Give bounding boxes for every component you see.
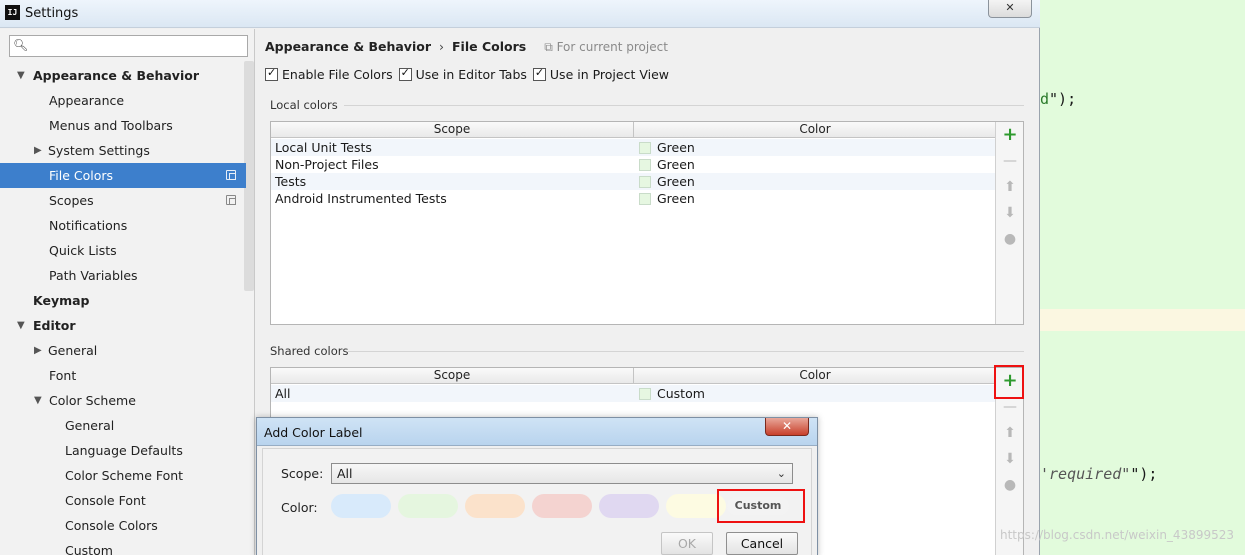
search-icon: 🔍︎ — [13, 38, 29, 52]
move-down-icon[interactable]: ⬇ — [996, 200, 1024, 226]
color-label: Color: — [281, 500, 318, 515]
add-icon[interactable]: + — [996, 122, 1024, 148]
color-chip-rose[interactable] — [532, 494, 592, 518]
scope-column-header[interactable]: Scope — [271, 368, 633, 383]
breadcrumb-separator: › — [439, 39, 444, 54]
color-swatch — [639, 193, 651, 205]
local-colors-label: Local colors — [270, 98, 338, 112]
eye-icon[interactable]: ● — [996, 226, 1024, 252]
checkbox-checked-icon[interactable] — [265, 66, 278, 81]
color-swatch — [639, 142, 651, 154]
table-row[interactable]: Local Unit Tests Green — [271, 139, 1023, 156]
sidebar-item-system-settings[interactable]: ▶ System Settings — [0, 138, 255, 163]
sidebar-item-general[interactable]: ▶ General — [0, 338, 255, 363]
cancel-button[interactable]: Cancel — [726, 532, 798, 555]
chevron-down-icon[interactable]: ⌄ — [777, 464, 786, 483]
sidebar-item-color-scheme-general[interactable]: General — [0, 413, 255, 438]
local-colors-table: Scope Color Local Unit Tests Green Non-P… — [270, 121, 1024, 325]
scope-select[interactable]: All ⌄ — [331, 463, 793, 484]
dialog-title: Add Color Label — [264, 425, 363, 440]
use-in-editor-tabs-checkbox[interactable]: Use in Editor Tabs — [398, 66, 527, 82]
shared-colors-label: Shared colors — [270, 344, 349, 358]
sidebar-item-appearance-behavior[interactable]: ▼ Appearance & Behavior — [0, 63, 255, 88]
editor-background: d"); 'required""); — [1040, 0, 1245, 555]
current-line-highlight — [1040, 309, 1245, 331]
project-scope-icon — [226, 195, 236, 205]
custom-button-highlight — [717, 489, 805, 523]
scope-label: Scope: — [281, 466, 324, 481]
color-chip-violet[interactable] — [599, 494, 659, 518]
sidebar-item-custom[interactable]: Custom — [0, 538, 255, 555]
breadcrumb-parent[interactable]: Appearance & Behavior — [265, 39, 431, 54]
use-in-project-view-checkbox[interactable]: Use in Project View — [532, 66, 669, 82]
sidebar-item-console-colors[interactable]: Console Colors — [0, 513, 255, 538]
local-colors-toolbar: + — ⬆ ⬇ ● — [995, 122, 1023, 324]
sidebar-item-color-scheme-font[interactable]: Color Scheme Font — [0, 463, 255, 488]
add-button-highlight — [994, 365, 1024, 399]
sidebar-item-quick-lists[interactable]: Quick Lists — [0, 238, 255, 263]
sidebar-item-file-colors[interactable]: File Colors — [0, 163, 246, 188]
checkbox-checked-icon[interactable] — [532, 66, 546, 81]
sidebar-item-color-scheme[interactable]: ▼ Color Scheme — [0, 388, 255, 413]
color-column-header[interactable]: Color — [634, 368, 996, 383]
code-end: "); — [1130, 465, 1158, 483]
sidebar-item-notifications[interactable]: Notifications — [0, 213, 255, 238]
eye-icon[interactable]: ● — [996, 472, 1024, 498]
move-up-icon[interactable]: ⬆ — [996, 174, 1024, 200]
move-down-icon[interactable]: ⬇ — [996, 446, 1024, 472]
checkbox-checked-icon[interactable] — [398, 66, 412, 81]
chevron-down-icon[interactable]: ▼ — [17, 313, 25, 338]
add-color-label-dialog: Add Color Label ✕ Scope: All ⌄ Color: Cu… — [256, 417, 818, 555]
breadcrumb-current: File Colors — [452, 39, 527, 54]
window-title: Settings — [25, 6, 79, 21]
sidebar-item-scopes[interactable]: Scopes — [0, 188, 255, 213]
sidebar-item-font[interactable]: Font — [0, 363, 255, 388]
window-close-button[interactable]: ✕ — [988, 0, 1032, 18]
for-current-project-hint: ⧉ For current project — [544, 40, 668, 54]
color-chip-orange[interactable] — [465, 494, 525, 518]
scope-column-header[interactable]: Scope — [271, 122, 633, 137]
divider — [348, 351, 1024, 352]
breadcrumb: Appearance & Behavior › File Colors ⧉ For c… — [265, 39, 668, 55]
table-header: Scope Color — [271, 122, 1023, 138]
code-line: 'required""); — [1040, 465, 1158, 483]
search-input[interactable]: 🔍︎ — [9, 35, 248, 57]
sidebar-item-menus-toolbars[interactable]: Menus and Toolbars — [0, 113, 255, 138]
move-up-icon[interactable]: ⬆ — [996, 420, 1024, 446]
table-row[interactable]: Tests Green — [271, 173, 1023, 190]
chevron-down-icon[interactable]: ▼ — [34, 388, 42, 413]
project-scope-icon — [226, 170, 236, 180]
sidebar-item-editor[interactable]: ▼ Editor — [0, 313, 255, 338]
chevron-right-icon[interactable]: ▶ — [34, 338, 42, 363]
sidebar-item-appearance[interactable]: Appearance — [0, 88, 255, 113]
table-row[interactable]: Non-Project Files Green — [271, 156, 1023, 173]
sidebar-item-path-variables[interactable]: Path Variables — [0, 263, 255, 288]
watermark: https://blog.csdn.net/weixin_43899523 — [1000, 528, 1235, 542]
chevron-right-icon[interactable]: ▶ — [34, 138, 42, 163]
options-row: Enable File Colors Use in Editor Tabs Us… — [265, 66, 671, 84]
color-chip-green[interactable] — [398, 494, 458, 518]
sidebar-item-console-font[interactable]: Console Font — [0, 488, 255, 513]
remove-icon[interactable]: — — [996, 148, 1024, 174]
color-chip-blue[interactable] — [331, 494, 391, 518]
sidebar-item-language-defaults[interactable]: Language Defaults — [0, 438, 255, 463]
divider — [344, 105, 1024, 106]
table-row[interactable]: Android Instrumented Tests Green — [271, 190, 1023, 207]
intellij-icon: IJ — [5, 5, 20, 20]
table-row[interactable]: All Custom — [271, 385, 1023, 402]
color-swatch — [639, 388, 651, 400]
ok-button[interactable]: OK — [661, 532, 713, 555]
color-swatch — [639, 176, 651, 188]
color-column-header[interactable]: Color — [634, 122, 996, 137]
code-line: d"); — [1040, 90, 1077, 108]
chevron-down-icon[interactable]: ▼ — [17, 63, 25, 88]
sidebar-item-keymap[interactable]: Keymap — [0, 288, 255, 313]
dialog-title-bar: Add Color Label ✕ — [257, 418, 817, 446]
settings-sidebar: 🔍︎ ▼ Appearance & Behavior Appearance Me… — [0, 29, 255, 555]
table-header: Scope Color — [271, 368, 1023, 384]
title-bar: IJ Settings ✕ — [0, 0, 1040, 28]
dialog-close-button[interactable]: ✕ — [765, 418, 809, 436]
enable-file-colors-checkbox[interactable]: Enable File Colors — [265, 66, 393, 82]
color-swatch — [639, 159, 651, 171]
